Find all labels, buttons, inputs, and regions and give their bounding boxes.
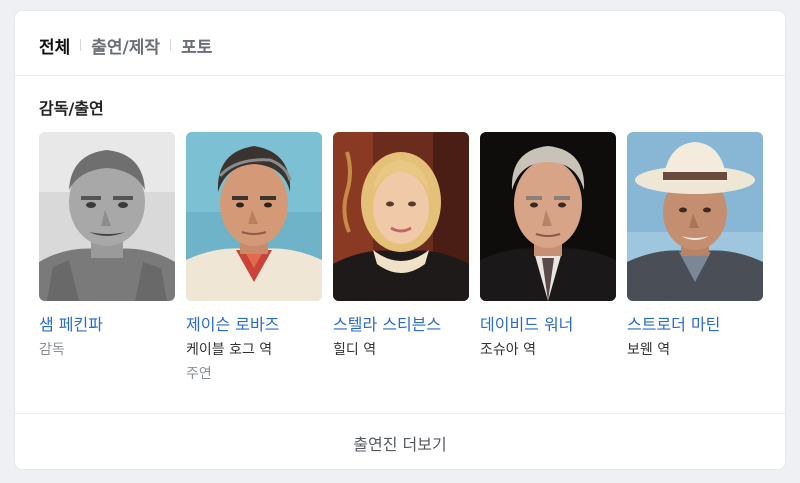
filmography-card: 전체 출연/제작 포토 감독/출연 샘 페킨파 감독 제이슨 로바즈 케이블 호… bbox=[14, 10, 786, 470]
cast-item-actress[interactable]: 스텔라 스티븐스 힐디 역 bbox=[333, 132, 469, 383]
person-photo[interactable] bbox=[627, 132, 763, 301]
cast-item-supporting-actor[interactable]: 스트로더 마틴 보웬 역 bbox=[627, 132, 763, 383]
tab-divider bbox=[170, 39, 172, 51]
person-role: 감독 bbox=[39, 342, 65, 358]
person-photo[interactable] bbox=[186, 132, 322, 301]
more-cast-button[interactable]: 출연진 더보기 bbox=[15, 414, 785, 469]
cast-item-director[interactable]: 샘 페킨파 감독 bbox=[39, 132, 175, 383]
person-name[interactable]: 샘 페킨파 bbox=[39, 315, 175, 335]
cast-item-lead-actor[interactable]: 제이슨 로바즈 케이블 호그 역 주연 bbox=[186, 132, 322, 383]
tab-bar: 전체 출연/제작 포토 bbox=[39, 29, 212, 61]
person-name[interactable]: 제이슨 로바즈 bbox=[186, 315, 322, 335]
divider bbox=[15, 75, 785, 76]
tab-photo[interactable]: 포토 bbox=[181, 33, 212, 58]
cast-item-actor[interactable]: 데이비드 워너 조슈아 역 bbox=[480, 132, 616, 383]
tab-all[interactable]: 전체 bbox=[39, 33, 70, 58]
person-photo[interactable] bbox=[480, 132, 616, 301]
person-photo[interactable] bbox=[39, 132, 175, 301]
person-role: 힐디 역 bbox=[333, 342, 377, 358]
person-role: 조슈아 역 bbox=[480, 342, 536, 358]
person-billing: 주연 bbox=[186, 366, 212, 382]
tab-divider bbox=[80, 39, 82, 51]
person-photo[interactable] bbox=[333, 132, 469, 301]
person-role: 보웬 역 bbox=[627, 342, 671, 358]
cast-list: 샘 페킨파 감독 제이슨 로바즈 케이블 호그 역 주연 스텔라 스티븐스 힐디… bbox=[39, 132, 763, 383]
person-name[interactable]: 스텔라 스티븐스 bbox=[333, 315, 469, 335]
tab-cast-crew[interactable]: 출연/제작 bbox=[91, 33, 160, 58]
person-role: 케이블 호그 역 bbox=[186, 342, 273, 358]
section-title: 감독/출연 bbox=[39, 99, 104, 118]
person-name[interactable]: 데이비드 워너 bbox=[480, 315, 616, 335]
person-name[interactable]: 스트로더 마틴 bbox=[627, 315, 763, 335]
